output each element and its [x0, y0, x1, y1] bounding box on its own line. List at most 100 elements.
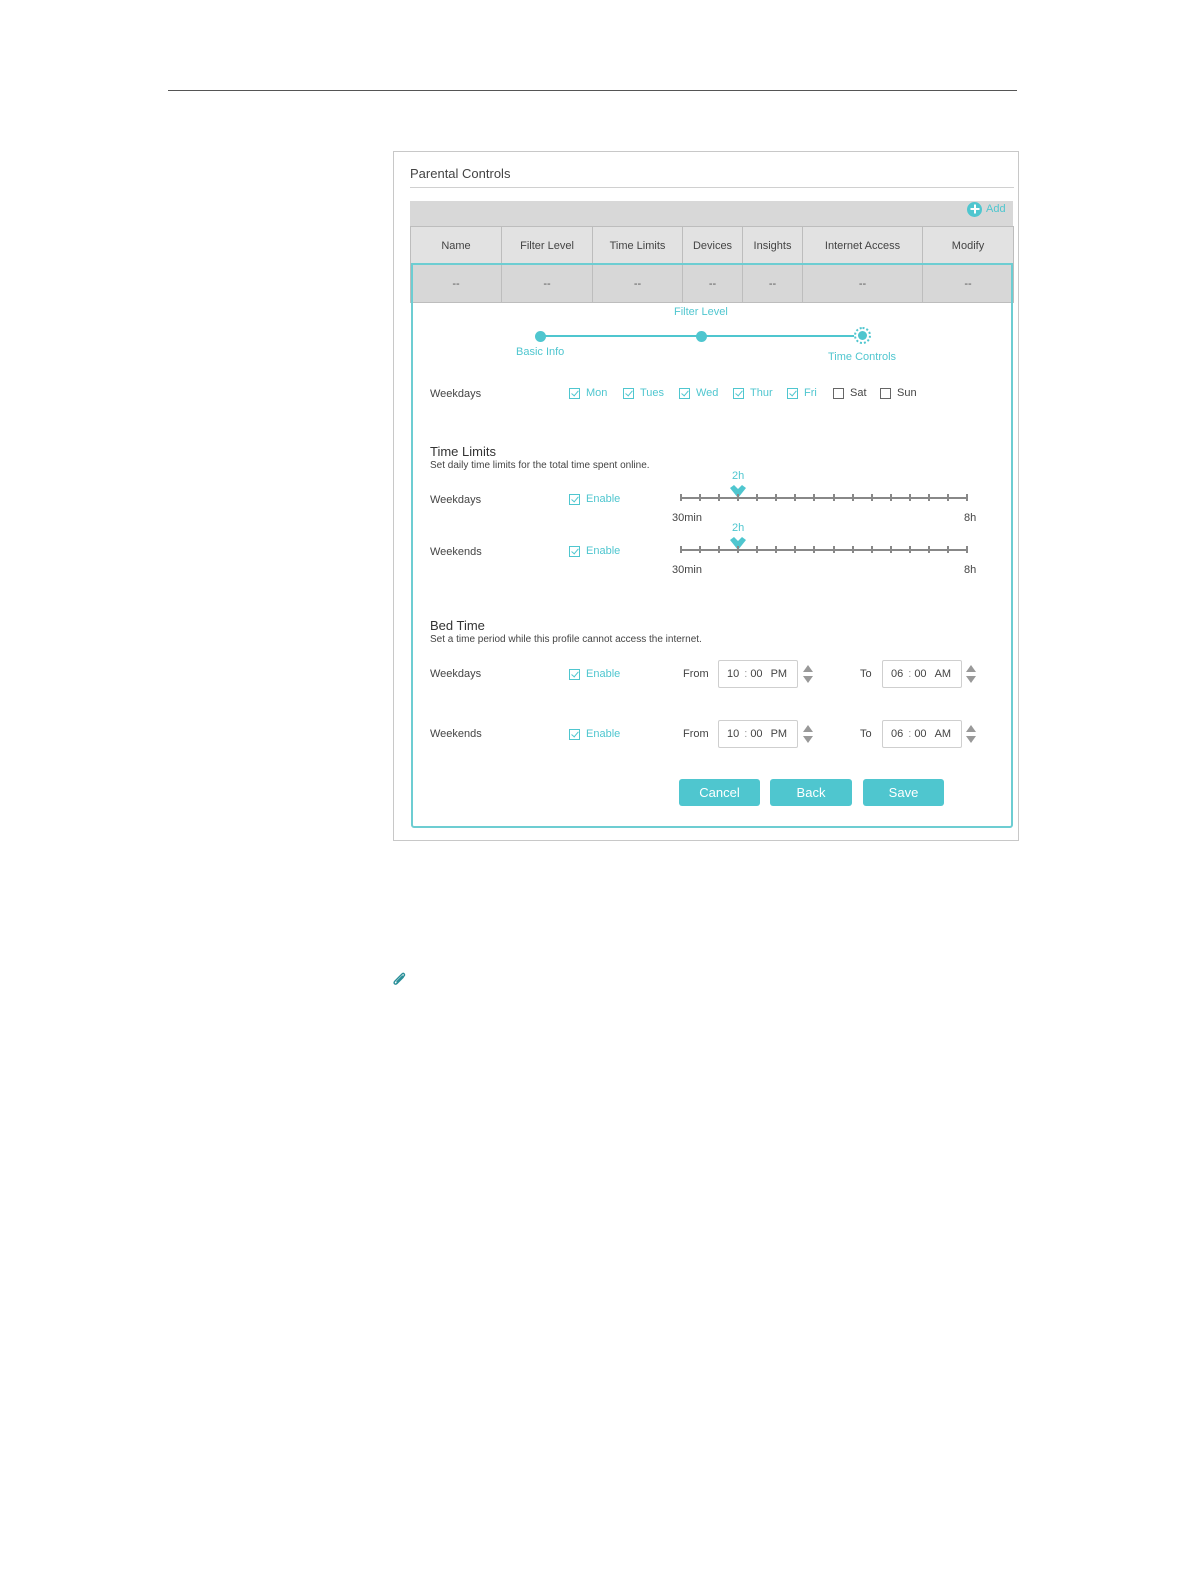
step-dot-time-controls[interactable] [854, 327, 871, 344]
ampm-value[interactable]: AM [935, 668, 952, 680]
to-label: To [860, 668, 872, 680]
weekdays-time-limit-slider[interactable] [680, 485, 968, 503]
hour-value[interactable]: 10 [727, 728, 739, 740]
day-label: Wed [696, 387, 719, 399]
time-separator: : [744, 728, 748, 740]
bed-time-weekdays-label: Weekdays [430, 668, 482, 680]
slider-min-label: 30min [672, 564, 702, 576]
table-cell: -- [501, 264, 593, 303]
slider-tick [680, 494, 682, 501]
slider-tick [947, 494, 949, 501]
to-label: To [860, 728, 872, 740]
paperclip-icon [393, 972, 406, 985]
slider-tick [928, 494, 930, 501]
slider-tick [775, 546, 777, 553]
weekdays-from-time-input[interactable]: 10 : 00 PM [718, 660, 798, 688]
minute-value[interactable]: 00 [914, 668, 926, 680]
weekdays-limit-value: 2h [732, 470, 745, 482]
day-checkbox-sat[interactable]: Sat [833, 387, 880, 399]
checkbox-checked-icon [679, 387, 690, 399]
table-cell: -- [802, 264, 923, 303]
bed-time-description: Set a time period while this profile can… [430, 634, 702, 645]
checkbox-checked-icon [569, 493, 580, 505]
slider-tick [813, 494, 815, 501]
column-header-time-limits: Time Limits [592, 226, 683, 265]
minute-value[interactable]: 00 [914, 728, 926, 740]
step-dot-basic-info[interactable] [535, 331, 546, 342]
column-header-internet-access: Internet Access [802, 226, 923, 265]
slider-tick [833, 494, 835, 501]
table-cell: -- [410, 264, 502, 303]
page-top-rule [168, 90, 1017, 91]
bed-time-weekends-enable[interactable]: Enable [569, 728, 620, 740]
slider-tick [966, 546, 968, 553]
column-header-filter-level: Filter Level [501, 226, 593, 265]
slider-tick [718, 546, 720, 553]
bed-time-title: Bed Time [430, 618, 485, 633]
day-checkbox-thur[interactable]: Thur [733, 387, 787, 399]
slider-track [680, 497, 968, 499]
weekdays-label: Weekdays [430, 388, 482, 400]
day-checkbox-fri[interactable]: Fri [787, 387, 833, 399]
weekends-from-time-input[interactable]: 10 : 00 PM [718, 720, 798, 748]
checkbox-checked-icon [569, 545, 580, 557]
day-checkbox-mon[interactable]: Mon [569, 387, 623, 399]
table-toolbar [410, 201, 1013, 226]
step-label-filter-level: Filter Level [674, 306, 728, 318]
checkbox-icon [833, 387, 844, 399]
slider-max-label: 8h [964, 564, 977, 576]
day-label: Mon [586, 387, 608, 399]
cancel-button[interactable]: Cancel [679, 779, 760, 806]
back-button[interactable]: Back [770, 779, 852, 806]
day-label: Fri [804, 387, 817, 399]
hour-value[interactable]: 06 [891, 728, 903, 740]
profiles-table: Name Filter Level Time Limits Devices In… [410, 226, 1014, 303]
ampm-value[interactable]: PM [771, 668, 788, 680]
time-limits-weekdays-enable[interactable]: Enable [569, 493, 620, 505]
day-checkbox-sun[interactable]: Sun [880, 387, 926, 399]
weekdays-to-time-input[interactable]: 06 : 00 AM [882, 660, 962, 688]
time-limits-weekends-enable[interactable]: Enable [569, 545, 620, 557]
slider-tick [890, 494, 892, 501]
from-label: From [683, 728, 709, 740]
table-cell: -- [742, 264, 803, 303]
panel-title: Parental Controls [410, 166, 511, 181]
weekends-time-limit-slider[interactable] [680, 537, 968, 555]
up-down-arrows-icon[interactable] [965, 664, 977, 684]
day-label: Sun [897, 387, 917, 399]
up-down-arrows-icon[interactable] [965, 724, 977, 744]
column-header-name: Name [410, 226, 502, 265]
title-divider [410, 187, 1014, 188]
minute-value[interactable]: 00 [750, 668, 762, 680]
day-checkbox-tues[interactable]: Tues [623, 387, 679, 399]
table-cell: -- [922, 264, 1014, 303]
hour-value[interactable]: 06 [891, 668, 903, 680]
up-down-arrows-icon[interactable] [802, 724, 814, 744]
up-down-arrows-icon[interactable] [802, 664, 814, 684]
checkbox-checked-icon [623, 387, 634, 399]
ampm-value[interactable]: AM [935, 728, 952, 740]
slider-tick [890, 546, 892, 553]
step-dot-filter-level[interactable] [696, 331, 707, 342]
day-label: Thur [750, 387, 773, 399]
slider-tick [852, 494, 854, 501]
bed-time-weekdays-enable[interactable]: Enable [569, 668, 620, 680]
save-button[interactable]: Save [863, 779, 944, 806]
day-checkbox-wed[interactable]: Wed [679, 387, 733, 399]
slider-tick [852, 546, 854, 553]
checkbox-icon [880, 387, 891, 399]
ampm-value[interactable]: PM [771, 728, 788, 740]
hour-value[interactable]: 10 [727, 668, 739, 680]
minute-value[interactable]: 00 [750, 728, 762, 740]
checkbox-checked-icon [569, 387, 580, 399]
add-button[interactable]: Add [967, 201, 1006, 217]
slider-tick [794, 546, 796, 553]
slider-tick [775, 494, 777, 501]
time-limits-weekdays-label: Weekdays [430, 494, 482, 506]
weekends-to-time-input[interactable]: 06 : 00 AM [882, 720, 962, 748]
add-button-label: Add [986, 203, 1006, 215]
column-header-insights: Insights [742, 226, 803, 265]
slider-tick [871, 546, 873, 553]
time-limits-title: Time Limits [430, 444, 496, 459]
day-label: Sat [850, 387, 867, 399]
